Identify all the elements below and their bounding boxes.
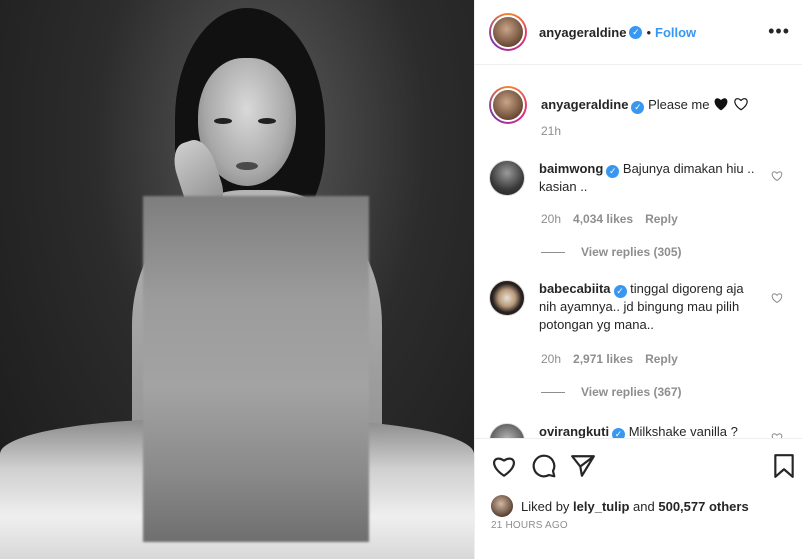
comment-text-block: ovirangkuti ✓ Milkshake vanilla ?	[539, 423, 761, 438]
photo-eye	[214, 118, 232, 124]
likes-middle: and	[633, 498, 655, 514]
separator-dot: •	[646, 24, 651, 40]
follow-button[interactable]: Follow	[655, 25, 696, 40]
view-replies-label: View replies (367)	[581, 385, 682, 399]
white-heart-emoji	[734, 98, 748, 111]
caption-text: Please me	[648, 97, 710, 112]
post-timestamp[interactable]: 21 HOURS AGO	[491, 520, 568, 531]
comment-time[interactable]: 20h	[541, 352, 561, 366]
comments-list[interactable]: anyageraldine ✓ Please me 21h baimwong ✓ B…	[475, 66, 802, 438]
likes-prefix: Liked by	[521, 498, 570, 514]
comment-row: ovirangkuti ✓ Milkshake vanilla ?	[489, 423, 794, 438]
share-icon[interactable]	[570, 453, 596, 479]
caption-username[interactable]: anyageraldine	[541, 97, 628, 112]
photo-lips	[236, 162, 258, 170]
comment-text: Milkshake vanilla ?	[628, 424, 738, 438]
verified-badge-icon: ✓	[631, 101, 645, 114]
verified-badge-icon: ✓	[612, 428, 626, 438]
caption-avatar[interactable]	[489, 86, 527, 124]
comment-likes[interactable]: 2,971 likes	[573, 352, 633, 366]
verified-badge-icon: ✓	[606, 165, 620, 178]
comment-likes[interactable]: 4,034 likes	[573, 212, 633, 226]
commenter-avatar[interactable]	[489, 423, 525, 438]
replies-line	[541, 391, 565, 393]
comment-username[interactable]: ovirangkuti	[539, 424, 609, 438]
verified-badge-icon: ✓	[613, 285, 627, 298]
post-photo[interactable]	[0, 0, 474, 559]
verified-badge-icon: ✓	[629, 25, 643, 39]
commenter-avatar[interactable]	[489, 280, 525, 316]
comment-like-heart-icon[interactable]	[771, 170, 783, 182]
post-header: anyageraldine ✓ • Follow •••	[475, 0, 802, 65]
photo-eye	[258, 118, 276, 124]
comment-text-block: babecabiita ✓ tinggal digoreng aja nih ay…	[539, 280, 761, 334]
caption-row: anyageraldine ✓ Please me	[489, 86, 794, 124]
comment-username[interactable]: baimwong	[539, 161, 603, 176]
view-replies-button[interactable]: View replies (367)	[541, 385, 682, 399]
censor-blur	[143, 196, 369, 542]
replies-line	[541, 251, 565, 253]
caption-text-block: anyageraldine ✓ Please me	[541, 96, 763, 114]
author-avatar[interactable]	[489, 13, 527, 51]
comment-row: babecabiita ✓ tinggal digoreng aja nih ay…	[489, 280, 794, 334]
reply-button[interactable]: Reply	[645, 212, 678, 226]
view-replies-button[interactable]: View replies (305)	[541, 245, 682, 259]
view-replies-label: View replies (305)	[581, 245, 682, 259]
commenter-avatar[interactable]	[489, 160, 525, 196]
comment-meta: 20h 2,971 likes Reply	[541, 352, 678, 366]
comment-icon[interactable]	[531, 453, 557, 479]
comment-like-heart-icon[interactable]	[771, 292, 783, 304]
black-heart-emoji	[714, 98, 728, 111]
comment-meta: 20h 4,034 likes Reply	[541, 212, 678, 226]
heart-outline-icon[interactable]	[491, 453, 517, 479]
comment-username[interactable]: babecabiita	[539, 281, 611, 296]
reply-button[interactable]: Reply	[645, 352, 678, 366]
bookmark-icon[interactable]	[771, 453, 797, 479]
caption-meta: 21h	[541, 124, 561, 138]
post-actions: Liked by lely_tulip and 500,577 others 2…	[475, 438, 802, 559]
likes-summary: Liked by lely_tulip and 500,577 others	[491, 495, 749, 517]
comment-row: baimwong ✓ Bajunya dimakan hiu .. kasian …	[489, 160, 794, 196]
liker-avatar[interactable]	[491, 495, 513, 517]
comment-text-block: baimwong ✓ Bajunya dimakan hiu .. kasian …	[539, 160, 761, 196]
comment-time[interactable]: 20h	[541, 212, 561, 226]
liker-username[interactable]: lely_tulip	[573, 499, 629, 514]
more-options-icon[interactable]: •••	[768, 22, 790, 40]
likes-count[interactable]: 500,577 others	[658, 499, 748, 514]
post-sidebar: anyageraldine ✓ • Follow ••• anyageraldi…	[474, 0, 802, 559]
author-username[interactable]: anyageraldine	[539, 25, 626, 40]
caption-time[interactable]: 21h	[541, 124, 561, 138]
